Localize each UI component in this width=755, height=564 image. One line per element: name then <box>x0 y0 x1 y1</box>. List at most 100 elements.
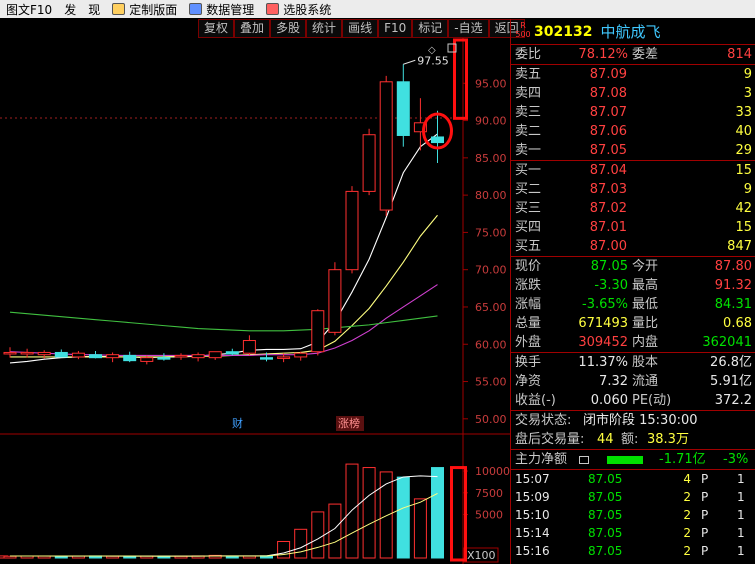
tick-row[interactable]: 15:14 87.05 2 P 1 <box>511 524 755 542</box>
financial-marker[interactable]: 财 <box>232 416 243 430</box>
candle-body <box>37 351 51 356</box>
fundamental-label: 收益(-) <box>515 393 556 408</box>
candlestick-chart[interactable]: 95.00 90.00 85.00 80.00 75.00 70.00 65.00 60.00… <box>0 38 510 564</box>
toolbar-button-1[interactable]: 叠加 <box>234 19 271 38</box>
candle-body <box>20 351 34 355</box>
menu-item-1[interactable]: 发 <box>58 0 82 18</box>
volume-bar[interactable] <box>431 467 444 559</box>
bid-row[interactable]: 买三 87.02 42 <box>511 199 755 218</box>
after-hours-row: 盘后交易量: 44 额: 38.3万 <box>511 430 755 449</box>
ask-row[interactable]: 卖一 87.05 29 <box>511 141 755 160</box>
toolbar-button-0[interactable]: 复权 <box>198 19 235 38</box>
toolbar-button-2[interactable]: 多股 <box>270 19 307 38</box>
bid-row[interactable]: 买二 87.03 9 <box>511 180 755 199</box>
volume-tick-label: 5000 <box>475 509 503 522</box>
candle[interactable] <box>311 309 325 356</box>
tick-row[interactable]: 15:10 87.05 2 P 1 <box>511 506 755 524</box>
menu-item-2[interactable]: 现 <box>82 0 106 18</box>
volume-bar[interactable] <box>294 528 308 559</box>
candle[interactable] <box>328 262 342 336</box>
fundamental-row: 收益(-) 0.060 PE(动) 372.2 <box>511 391 755 410</box>
ask-volume: 3 <box>743 86 752 101</box>
bid-label: 买四 <box>515 220 542 235</box>
volume-bar[interactable] <box>362 467 376 559</box>
candle[interactable] <box>174 353 188 360</box>
bid-row[interactable]: 买四 87.01 15 <box>511 218 755 237</box>
candle[interactable] <box>225 348 239 356</box>
candle[interactable] <box>396 64 410 147</box>
candle[interactable] <box>123 351 137 363</box>
tick-row[interactable]: 15:16 87.05 2 P 1 <box>511 542 755 560</box>
ask-row[interactable]: 卖三 87.07 33 <box>511 103 755 122</box>
ask-price: 87.07 <box>589 105 627 120</box>
bid-row[interactable]: 买一 87.04 15 <box>511 161 755 180</box>
candle[interactable] <box>89 350 102 359</box>
bid-price: 87.03 <box>589 182 627 197</box>
quote-row: 现价 87.05 今开 87.80 <box>511 257 755 276</box>
menu-item-0[interactable]: 图文F10 <box>0 0 58 18</box>
tick-list[interactable]: 15:07 87.05 4 P 1 15:09 87.05 2 P 1 15:10 87.05 2 P 1 1… <box>511 469 755 560</box>
candle-body <box>106 354 120 359</box>
candle[interactable] <box>191 352 205 362</box>
ask-row[interactable]: 卖五 87.09 9 <box>511 65 755 84</box>
volume-bar[interactable] <box>345 463 359 559</box>
menu-label: 图文F10 <box>6 2 53 17</box>
volume-bar[interactable] <box>379 471 393 559</box>
toolbar-button-3[interactable]: 统计 <box>306 19 343 38</box>
candle[interactable] <box>362 128 376 196</box>
candle[interactable] <box>71 350 85 360</box>
limit-up-marker[interactable]: 涨榜 <box>338 416 360 430</box>
volume-bar[interactable] <box>3 555 17 559</box>
ask-row[interactable]: 卖二 87.06 40 <box>511 122 755 141</box>
candle[interactable] <box>20 348 34 358</box>
candle-body <box>89 354 102 359</box>
ask-row[interactable]: 卖四 87.08 3 <box>511 84 755 103</box>
quote-label: 量比 <box>632 316 659 331</box>
menu-item-4[interactable]: 数据管理 <box>183 0 260 18</box>
stock-header[interactable]: R 500 302132 中航成飞 <box>511 19 755 45</box>
candle[interactable] <box>3 347 17 358</box>
main-flow-row[interactable]: 主力净额 -1.71亿 -3% <box>511 449 755 469</box>
quote-label: 总量 <box>515 316 542 331</box>
toolbar-button-6[interactable]: 标记 <box>412 19 449 38</box>
candle[interactable] <box>379 75 393 217</box>
toolbar-button-7[interactable]: -自选 <box>448 19 489 38</box>
fundamental-label: 净资 <box>515 374 542 389</box>
price-tick-label: 60.00 <box>475 338 507 351</box>
candle-body <box>71 352 85 358</box>
bid-volume: 9 <box>743 182 752 197</box>
volume-bar[interactable] <box>277 540 291 559</box>
tick-price: 87.05 <box>588 526 623 540</box>
badge-top: R <box>520 20 526 30</box>
market-badge: R 500 <box>515 21 531 43</box>
diamond-icon[interactable]: ◇ <box>428 45 436 56</box>
candle[interactable] <box>54 349 68 358</box>
ask-price: 87.05 <box>589 143 627 158</box>
ask-label: 卖四 <box>515 86 542 101</box>
quote-value: -3.30 <box>594 278 628 293</box>
candle[interactable] <box>294 351 308 361</box>
menu-item-3[interactable]: 定制版面 <box>106 0 183 18</box>
toolbar-button-5[interactable]: F10 <box>378 19 413 38</box>
candle[interactable] <box>242 335 256 356</box>
candle[interactable] <box>345 186 359 274</box>
menu-item-5[interactable]: 选股系统 <box>260 0 337 18</box>
tick-row[interactable]: 15:07 87.05 4 P 1 <box>511 470 755 488</box>
tick-count: 1 <box>737 544 745 558</box>
tick-row[interactable]: 15:09 87.05 2 P 1 <box>511 488 755 506</box>
bid-row[interactable]: 买五 87.00 847 <box>511 237 755 256</box>
volume-bar[interactable] <box>413 498 427 559</box>
volume-bar[interactable] <box>311 511 325 559</box>
ask-label: 卖一 <box>515 143 542 158</box>
list-icon[interactable] <box>579 456 589 464</box>
fundamental-value: 372.2 <box>714 393 752 408</box>
badge-bottom: 500 <box>515 29 531 39</box>
fundamental-value: 0.060 <box>590 393 628 408</box>
candle[interactable] <box>208 351 222 360</box>
toolbar-button-4[interactable]: 画线 <box>342 19 379 38</box>
candle[interactable] <box>106 352 120 363</box>
chart-svg[interactable]: 95.00 90.00 85.00 80.00 75.00 70.00 65.00 60.00… <box>0 38 510 564</box>
ask-volume: 9 <box>743 67 752 82</box>
candle[interactable] <box>431 110 444 163</box>
volume-bar[interactable] <box>396 476 410 559</box>
